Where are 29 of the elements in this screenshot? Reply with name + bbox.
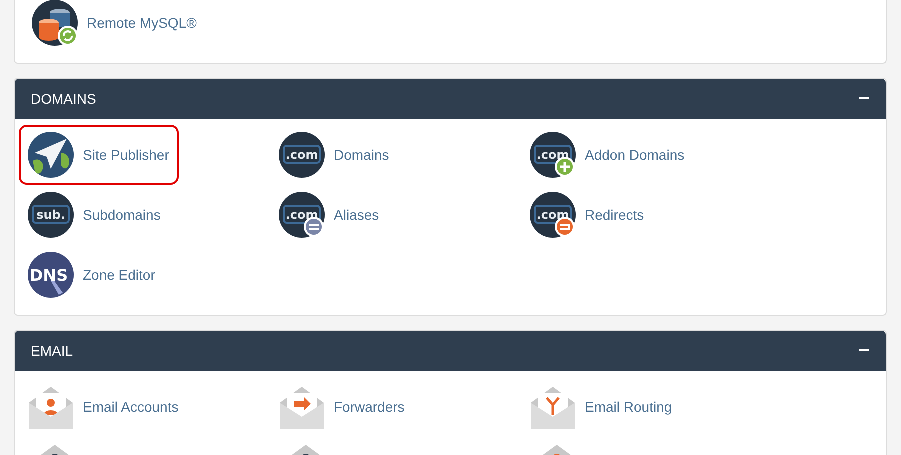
item-label: Zone Editor <box>83 266 156 284</box>
section-item[interactable]: Remote MySQL® <box>31 0 197 47</box>
section-title: DOMAINS <box>31 90 96 108</box>
item-label: Addon Domains <box>585 146 685 164</box>
section-header[interactable]: DOMAINS − <box>15 79 886 119</box>
highlighted-item[interactable]: Site Publisher <box>19 125 180 185</box>
item-label: Email Accounts <box>83 398 179 416</box>
item-label: Email Routing <box>585 398 672 417</box>
globe-paper-plane-icon <box>27 131 75 179</box>
dns-icon: DNS <box>27 251 75 299</box>
section-item[interactable]: DNS Zone Editor <box>19 245 166 305</box>
section-item[interactable]: Forwarders <box>270 377 415 437</box>
item-label: Redirects <box>585 206 644 224</box>
item-label: Site Publisher <box>83 146 170 164</box>
section-item[interactable]: sub. Subdomains <box>19 185 171 245</box>
collapse-button[interactable]: − <box>858 89 870 109</box>
item-label: Remote MySQL® <box>87 14 197 33</box>
section-item[interactable]: .com Domains <box>270 125 400 185</box>
section-header[interactable]: EMAIL − <box>15 331 886 371</box>
section-item[interactable]: Email Routing <box>521 377 682 437</box>
item-label: Domains <box>334 146 390 164</box>
item-label: Aliases <box>334 206 380 224</box>
item-label: Subdomains <box>83 206 161 224</box>
item-label: Forwarders <box>334 398 405 416</box>
collapse-button[interactable]: − <box>858 341 870 361</box>
subdomain-icon: sub. <box>27 191 75 239</box>
section-title: EMAIL <box>31 342 74 360</box>
domain-icon: .com <box>278 131 326 179</box>
section-item[interactable]: Email Accounts <box>19 377 189 437</box>
